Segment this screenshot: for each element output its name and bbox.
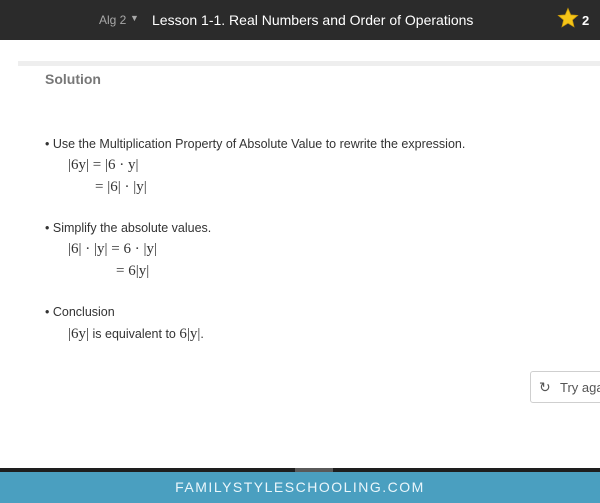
star-count: 2 xyxy=(582,13,590,28)
refresh-icon: ↻ xyxy=(539,379,551,395)
top-bar: Alg 2 ▼ Lesson 1-1. Real Numbers and Ord… xyxy=(0,0,600,40)
footer-banner: FAMILYSTYLESCHOOLING.COM xyxy=(0,468,600,503)
step-3-text: • Conclusion xyxy=(45,305,115,319)
step-2-line-2: = 6|y| xyxy=(116,263,150,279)
footer-text: FAMILYSTYLESCHOOLING.COM xyxy=(175,479,425,495)
course-selector[interactable]: Alg 2 xyxy=(99,13,126,27)
star-icon[interactable] xyxy=(557,7,579,29)
step-2-text: • Simplify the absolute values. xyxy=(45,221,212,235)
step-1-text: • Use the Multiplication Property of Abs… xyxy=(45,137,466,151)
conclusion-middle: is equivalent to xyxy=(89,327,180,341)
chevron-down-icon[interactable]: ▼ xyxy=(130,13,139,23)
conclusion-expr-1: |6y| xyxy=(68,326,90,342)
conclusion-expr-2: 6|y| xyxy=(179,326,201,342)
try-again-button[interactable]: ↻ Try aga xyxy=(530,371,600,403)
step-1-line-2: = |6| · |y| xyxy=(95,179,147,195)
conclusion-text: |6y| is equivalent to 6|y|. xyxy=(68,326,204,343)
content-divider xyxy=(18,61,600,66)
footer-notch xyxy=(295,468,333,472)
step-2-line-1: |6| · |y| = 6 · |y| xyxy=(68,241,157,257)
lesson-title: Lesson 1-1. Real Numbers and Order of Op… xyxy=(152,12,474,28)
try-again-label: Try aga xyxy=(560,380,600,395)
step-1-line-1: |6y| = |6 · y| xyxy=(68,157,139,173)
solution-heading: Solution xyxy=(45,71,101,87)
conclusion-end: . xyxy=(200,327,204,341)
